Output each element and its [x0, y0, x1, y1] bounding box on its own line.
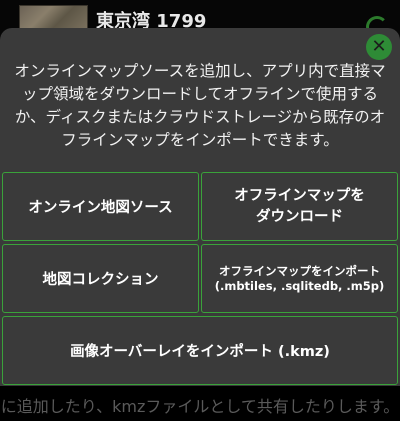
download-label-line2: ダウンロード — [256, 208, 343, 225]
download-label-line1: オフラインマップを — [234, 187, 365, 204]
download-offline-map-button[interactable]: オフラインマップを ダウンロード — [201, 172, 398, 241]
close-button[interactable]: ✕ — [366, 34, 392, 60]
import-image-overlay-label: 画像オーバーレイをインポート (.kmz) — [70, 344, 330, 360]
import-offline-map-button[interactable]: オフラインマップをインポート (.mbtiles, .sqlitedb, .m5… — [201, 244, 398, 313]
close-icon: ✕ — [371, 36, 387, 57]
import-label-line2: (.mbtiles, .sqlitedb, .m5p) — [214, 278, 385, 293]
import-label-line1: オフラインマップをインポート — [218, 263, 380, 278]
online-map-source-label: オンライン地図ソース — [28, 200, 173, 216]
map-collection-button[interactable]: 地図コレクション — [2, 244, 199, 313]
import-image-overlay-button[interactable]: 画像オーバーレイをインポート (.kmz) — [2, 316, 398, 385]
add-maps-dialog: ✕ オンラインマップソースを追加し、アプリ内で直接マップ領域をダウンロードしてオ… — [0, 28, 400, 386]
online-map-source-button[interactable]: オンライン地図ソース — [2, 172, 199, 241]
background-footer-text: に追加したり、kmzファイルとして共有したりします。 — [0, 397, 400, 416]
map-collection-label: 地図コレクション — [42, 272, 159, 288]
dialog-description: オンラインマップソースを追加し、アプリ内で直接マップ領域をダウンロードしてオフラ… — [14, 62, 386, 149]
